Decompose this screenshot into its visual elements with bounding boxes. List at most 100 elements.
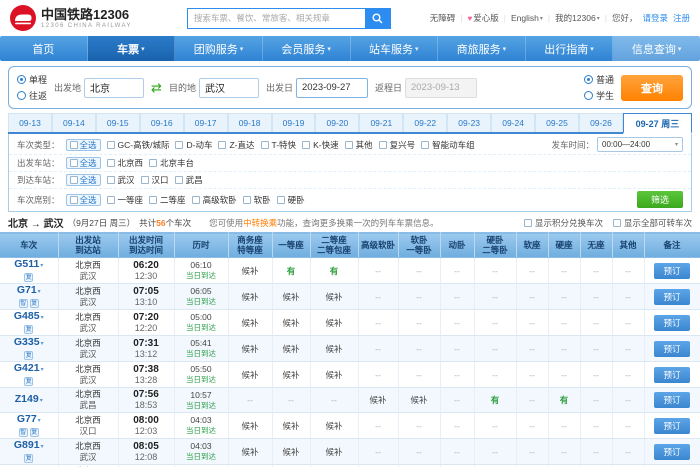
filter-option[interactable]: 软卧 bbox=[243, 194, 271, 206]
filter-option[interactable]: 汉口 bbox=[141, 174, 169, 186]
trip-type-oneway[interactable]: 单程 bbox=[17, 73, 47, 86]
date-tab[interactable]: 09-23 bbox=[447, 113, 491, 132]
filter-option[interactable]: 武汉 bbox=[107, 174, 135, 186]
to-input[interactable] bbox=[199, 78, 259, 98]
book-button[interactable]: 预订 bbox=[654, 263, 689, 279]
seat-availability: -- bbox=[516, 439, 548, 465]
book-button[interactable]: 预订 bbox=[654, 341, 689, 357]
filter-option[interactable]: 其他 bbox=[345, 139, 373, 151]
points-exchange-checkbox[interactable]: 显示积分兑换车次 bbox=[524, 217, 603, 229]
times-cell: 07:3813:28 bbox=[118, 362, 174, 388]
from-input[interactable] bbox=[84, 78, 144, 98]
filter-option[interactable]: 武昌 bbox=[175, 174, 203, 186]
nav-item-8[interactable]: 信息查询▾ bbox=[613, 36, 700, 61]
filter-option[interactable]: 硬卧 bbox=[277, 194, 305, 206]
filter-button[interactable]: 筛选 bbox=[637, 191, 683, 208]
train-number[interactable]: G511▾ bbox=[0, 259, 58, 272]
nav-item-6[interactable]: 商旅服务▾ bbox=[438, 36, 526, 61]
date-tab-selected[interactable]: 09-27 周三 bbox=[623, 113, 692, 134]
search-button[interactable] bbox=[365, 8, 391, 29]
chevron-down-icon: ▾ bbox=[41, 367, 44, 373]
nav-item-2[interactable]: 车票▾ bbox=[88, 36, 176, 61]
select-all-button[interactable]: 全选 bbox=[66, 194, 101, 206]
train-number[interactable]: G891▾ bbox=[0, 440, 58, 453]
arrive-station: 武汉 bbox=[59, 323, 118, 334]
select-all-button[interactable]: 全选 bbox=[66, 157, 101, 169]
date-tab[interactable]: 09-21 bbox=[359, 113, 403, 132]
action-cell: 预订 bbox=[644, 362, 700, 388]
book-button[interactable]: 预订 bbox=[654, 289, 689, 305]
filter-option[interactable]: 一等座 bbox=[107, 194, 144, 206]
filter-option[interactable]: 复兴号 bbox=[379, 139, 416, 151]
chevron-down-icon: ▾ bbox=[540, 15, 543, 22]
book-button[interactable]: 预订 bbox=[654, 315, 689, 331]
register-link[interactable]: 注册 bbox=[673, 12, 690, 24]
depart-time-select[interactable]: 00:00—24:00▾ bbox=[597, 137, 683, 152]
date-tab[interactable]: 09-13 bbox=[8, 113, 52, 132]
filter-option[interactable]: T-特快 bbox=[261, 139, 297, 151]
date-tab[interactable]: 09-15 bbox=[96, 113, 140, 132]
filter-option[interactable]: Z-直达 bbox=[218, 139, 254, 151]
train-number[interactable]: G71▾ bbox=[0, 285, 58, 298]
query-button[interactable]: 查询 bbox=[621, 75, 683, 101]
filter-option[interactable]: D-动车 bbox=[175, 139, 212, 151]
filter-option[interactable]: 北京丰台 bbox=[149, 157, 194, 169]
date-tab[interactable]: 09-22 bbox=[403, 113, 447, 132]
search-input[interactable] bbox=[187, 8, 365, 29]
train-number[interactable]: G421▾ bbox=[0, 363, 58, 376]
date-tab[interactable]: 09-25 bbox=[535, 113, 579, 132]
book-button[interactable]: 预订 bbox=[654, 392, 689, 408]
filter-option[interactable]: K-快速 bbox=[302, 139, 339, 151]
filter-option[interactable]: GC-高铁/城际 bbox=[107, 139, 170, 151]
date-tab[interactable]: 09-24 bbox=[491, 113, 535, 132]
from-label: 出发地 bbox=[54, 81, 81, 94]
select-all-button[interactable]: 全选 bbox=[66, 139, 101, 151]
filter-option-label: K-快速 bbox=[313, 139, 339, 151]
passenger-type-normal[interactable]: 普通 bbox=[584, 73, 614, 86]
book-button[interactable]: 预订 bbox=[654, 444, 689, 460]
seat-availability: 候补 bbox=[272, 310, 310, 336]
date-tab[interactable]: 09-14 bbox=[52, 113, 96, 132]
trip-type-roundtrip[interactable]: 往返 bbox=[17, 89, 47, 102]
stations-cell: 北京西武汉 bbox=[58, 284, 118, 310]
depart-date-input[interactable] bbox=[296, 78, 368, 98]
date-tab[interactable]: 09-16 bbox=[140, 113, 184, 132]
filter-option[interactable]: 高级软卧 bbox=[192, 194, 237, 206]
date-tab[interactable]: 09-20 bbox=[315, 113, 359, 132]
filter-option[interactable]: 二等座 bbox=[149, 194, 186, 206]
date-tab[interactable]: 09-26 bbox=[579, 113, 623, 132]
nav-item-3[interactable]: 团购服务▾ bbox=[175, 36, 263, 61]
show-all-transfer-checkbox[interactable]: 显示全部可转车次 bbox=[613, 217, 692, 229]
header-link-3[interactable]: English▾ bbox=[511, 13, 543, 23]
nav-item-4[interactable]: 会员服务▾ bbox=[263, 36, 351, 61]
train-number[interactable]: Z149▾ bbox=[0, 394, 58, 407]
date-tab[interactable]: 09-18 bbox=[228, 113, 272, 132]
summary-checkboxes: 显示积分兑换车次 显示全部可转车次 bbox=[524, 217, 692, 229]
select-all-button[interactable]: 全选 bbox=[66, 174, 101, 186]
swap-stations-icon[interactable]: ⇄ bbox=[151, 81, 162, 94]
filter-option[interactable]: 智能动车组 bbox=[421, 139, 475, 151]
header-link-4[interactable]: 我的12306▾ bbox=[555, 12, 600, 24]
header-link-2[interactable]: ♥爱心版 bbox=[467, 12, 498, 24]
filter-option-label: GC-高铁/城际 bbox=[118, 139, 170, 151]
date-tab[interactable]: 09-17 bbox=[184, 113, 228, 132]
nav-item-5[interactable]: 站车服务▾ bbox=[351, 36, 439, 61]
train-row: G891▾复北京西武汉08:0512:0804:03当日到达候补候补候补----… bbox=[0, 439, 700, 465]
book-button[interactable]: 预订 bbox=[654, 367, 689, 383]
passenger-type-student[interactable]: 学生 bbox=[584, 89, 614, 102]
transfer-link[interactable]: 中转换乘 bbox=[243, 218, 277, 228]
greeting-text: 您好， bbox=[612, 12, 638, 24]
railway-logo[interactable]: 中国铁路12306 12306 CHINA RAILWAY bbox=[10, 5, 132, 31]
checkbox-icon bbox=[243, 196, 251, 204]
login-link[interactable]: 请登录 bbox=[642, 12, 668, 24]
nav-item-7[interactable]: 出行指南▾ bbox=[526, 36, 614, 61]
nav-item-1[interactable]: 首页 bbox=[0, 36, 88, 61]
date-tab[interactable]: 09-19 bbox=[272, 113, 316, 132]
depart-station: 北京西 bbox=[59, 286, 118, 297]
train-number[interactable]: G335▾ bbox=[0, 337, 58, 350]
header-link-1[interactable]: 无障碍 bbox=[430, 12, 456, 24]
book-button[interactable]: 预订 bbox=[654, 418, 689, 434]
filter-option[interactable]: 北京西 bbox=[107, 157, 144, 169]
train-number[interactable]: G77▾ bbox=[0, 414, 58, 427]
train-number[interactable]: G485▾ bbox=[0, 311, 58, 324]
